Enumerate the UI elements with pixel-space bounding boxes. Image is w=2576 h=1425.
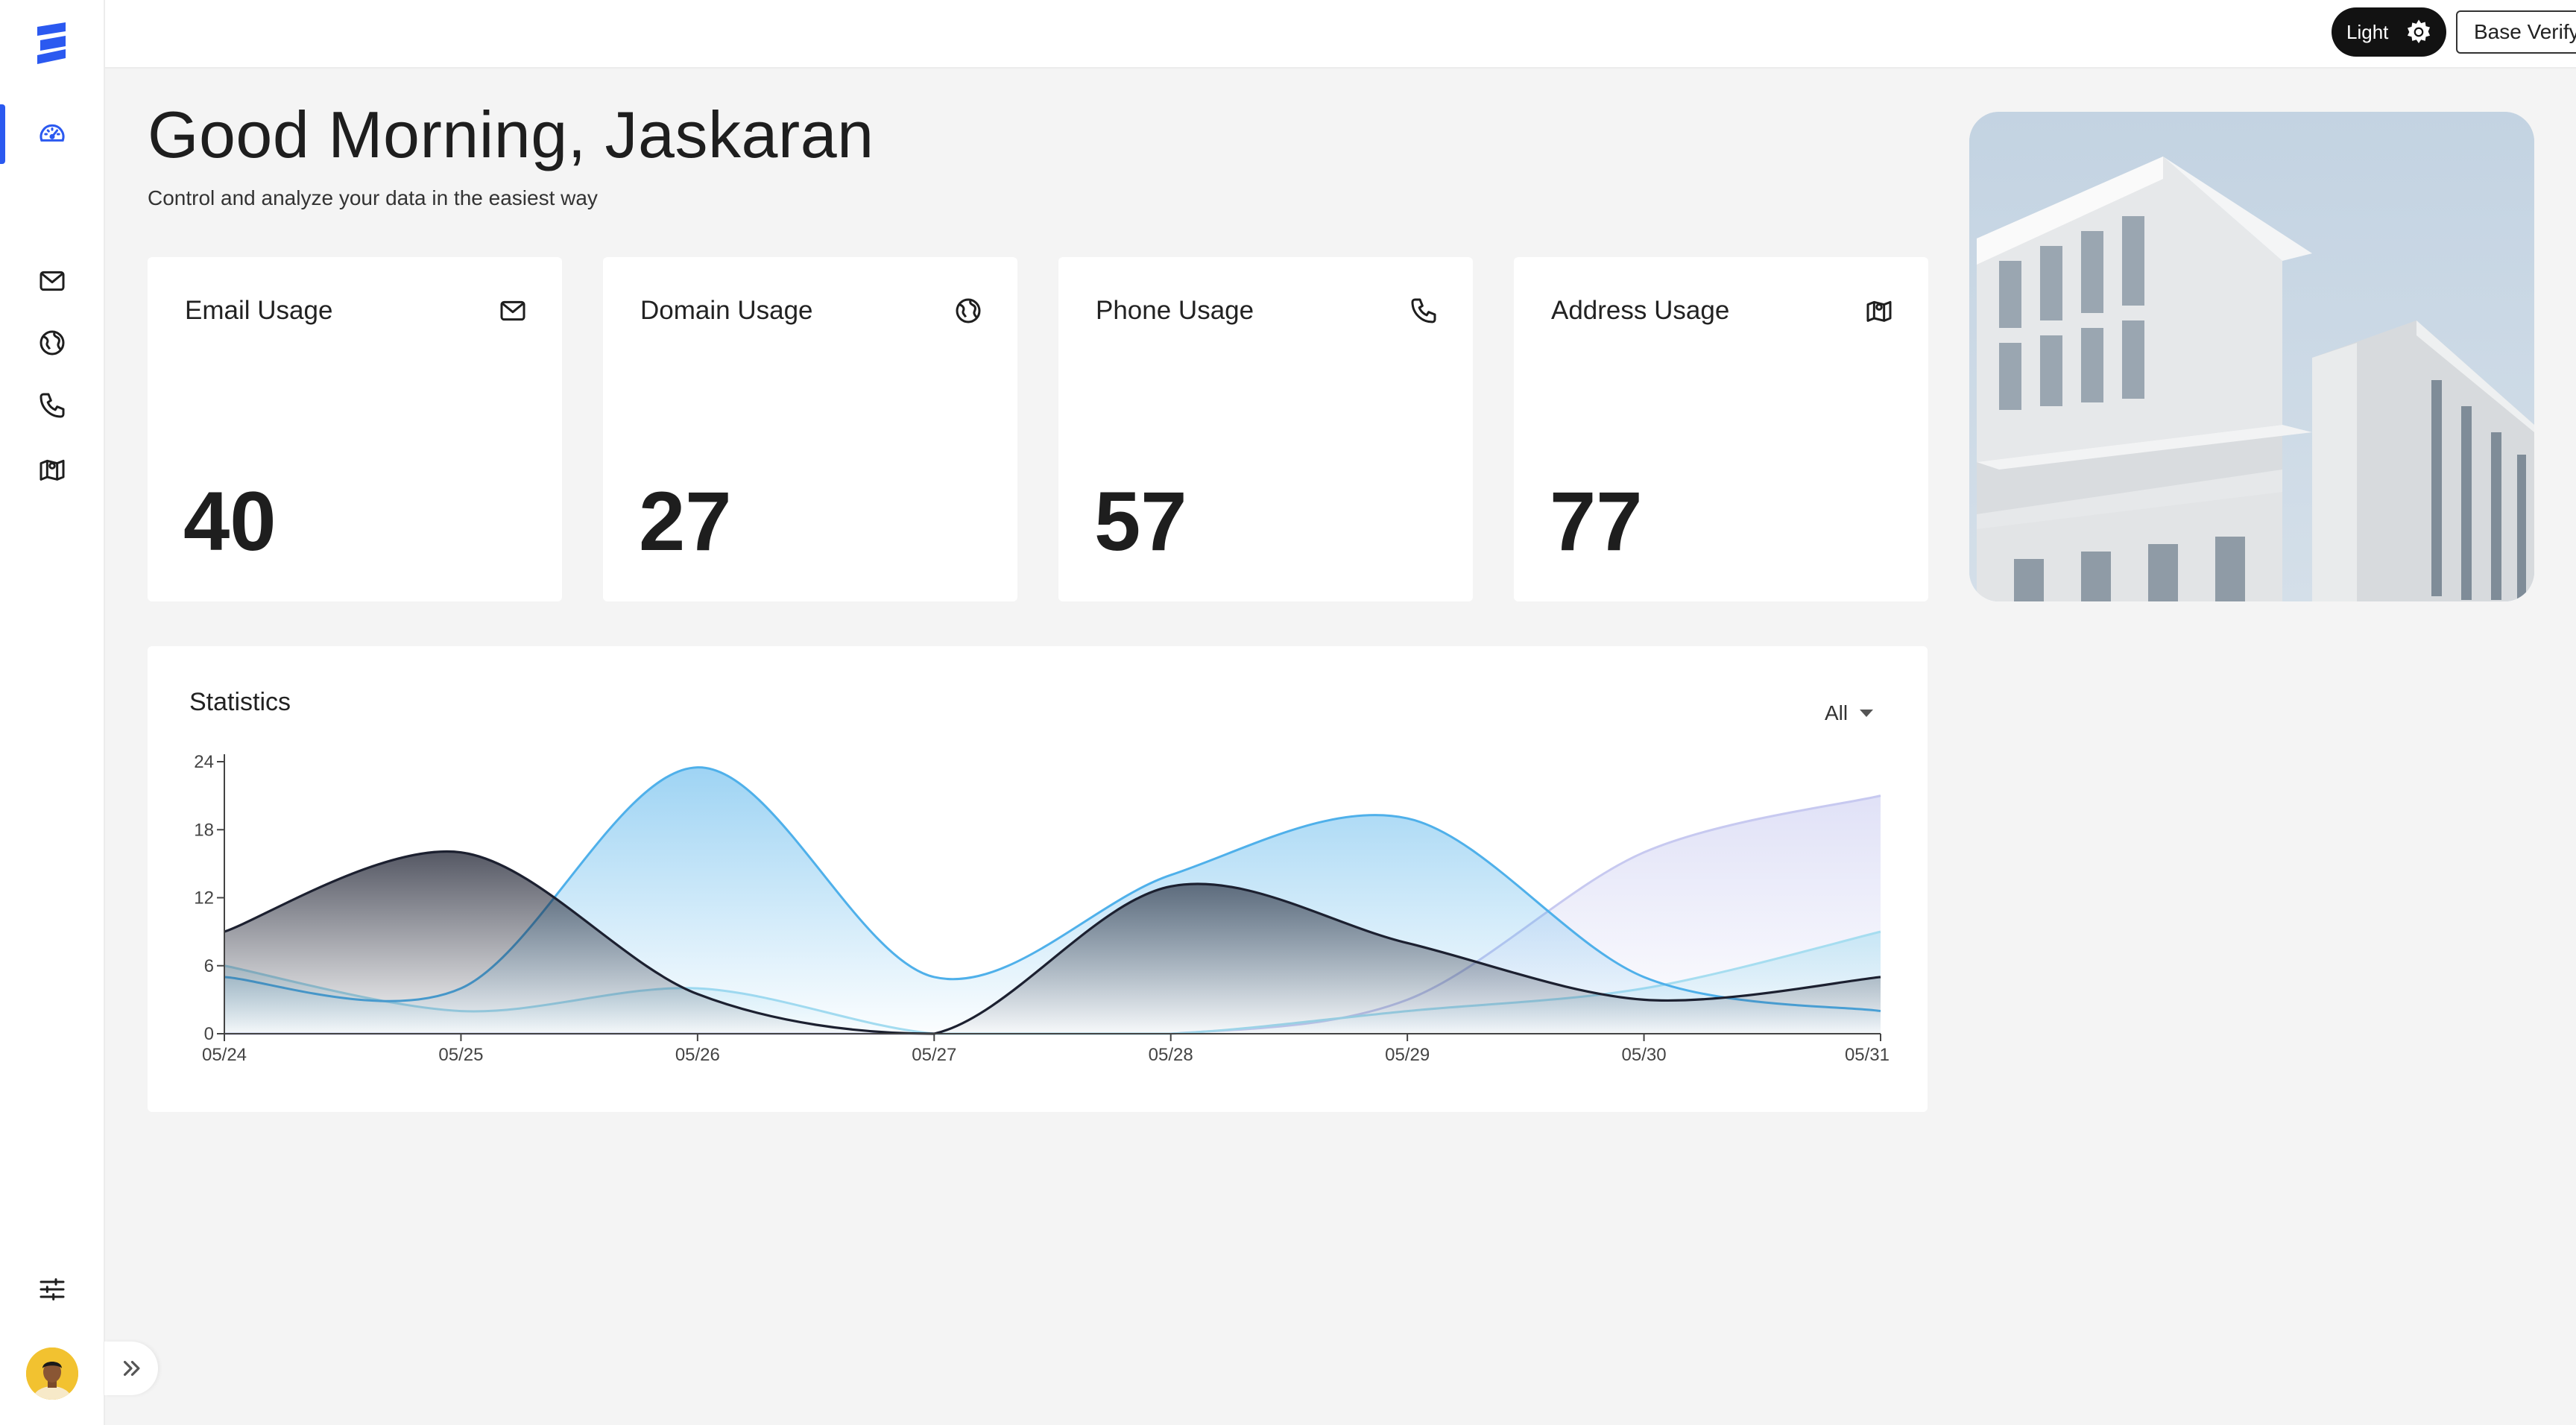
card-value: 27 — [639, 475, 732, 568]
x-tick-label: 05/27 — [912, 1045, 956, 1065]
sliders-icon — [40, 1278, 64, 1301]
card-title: Phone Usage — [1096, 296, 1254, 325]
address-usage-card[interactable]: Address Usage 77 — [1514, 257, 1928, 601]
card-value: 40 — [183, 475, 277, 568]
mail-icon — [500, 300, 525, 321]
speedometer-icon — [40, 124, 64, 142]
hero-building-image — [1969, 112, 2534, 601]
phone-icon — [40, 393, 64, 418]
card-value: 77 — [1550, 475, 1643, 568]
user-avatar-icon — [26, 1347, 78, 1400]
brand-logo[interactable] — [33, 21, 70, 66]
card-value: 57 — [1094, 475, 1187, 568]
y-tick-label: 6 — [204, 956, 214, 976]
x-tick-label: 05/29 — [1385, 1045, 1430, 1065]
statistics-chart: 0 6 12 18 24 05/24 05/25 05/26 05/27 05/28 05/29 05… — [194, 752, 1890, 1065]
sidebar-item-phone[interactable] — [0, 374, 104, 437]
card-title: Email Usage — [185, 296, 333, 325]
globe-icon — [956, 298, 981, 323]
theme-toggle[interactable]: Light — [2332, 7, 2446, 57]
map-icon — [1866, 300, 1892, 322]
organization-name: Base Verify Inc — [2474, 20, 2576, 43]
y-tick-label: 24 — [194, 752, 214, 772]
x-tick-label: 05/24 — [202, 1045, 247, 1065]
map-icon — [40, 459, 64, 481]
page-title: Good Morning, Jaskaran — [148, 98, 874, 171]
sidebar-item-email[interactable] — [0, 250, 104, 312]
building-illustration — [1969, 112, 2534, 601]
y-tick-label: 0 — [204, 1024, 214, 1044]
theme-label: Light — [2346, 20, 2389, 43]
mail-icon — [40, 271, 64, 291]
sidebar-item-domain[interactable] — [0, 312, 104, 374]
x-tick-label: 05/28 — [1149, 1045, 1193, 1065]
phone-usage-card[interactable]: Phone Usage 57 — [1058, 257, 1473, 601]
phone-icon — [1411, 298, 1436, 323]
sidebar-item-address[interactable] — [0, 438, 104, 501]
top-bar: Light Base Verify Inc — [105, 0, 2576, 69]
y-tick-label: 18 — [194, 820, 214, 840]
sidebar-item-dashboard[interactable] — [0, 103, 104, 165]
statistics-card: Statistics All 0 6 12 18 24 05/24 05/25 05/26 05… — [148, 646, 1928, 1112]
globe-icon — [40, 330, 64, 356]
x-tick-label: 05/30 — [1622, 1045, 1667, 1065]
card-title: Address Usage — [1551, 296, 1730, 325]
sidebar-expand-button[interactable] — [104, 1342, 158, 1395]
page-subtitle: Control and analyze your data in the eas… — [148, 186, 598, 209]
x-tick-label: 05/26 — [675, 1045, 720, 1065]
settings-sliders-button[interactable] — [0, 1258, 104, 1321]
x-tick-label: 05/25 — [438, 1045, 483, 1065]
sun-gear-icon — [2407, 19, 2431, 44]
y-tick-label: 12 — [194, 888, 214, 909]
email-usage-card[interactable]: Email Usage 40 — [148, 257, 562, 601]
sidebar — [0, 0, 105, 1425]
avatar[interactable] — [26, 1347, 78, 1400]
x-tick-label: 05/31 — [1845, 1045, 1890, 1065]
chevrons-right-icon — [123, 1360, 140, 1377]
domain-usage-card[interactable]: Domain Usage 27 — [603, 257, 1017, 601]
organization-select[interactable]: Base Verify Inc — [2456, 10, 2576, 54]
card-title: Domain Usage — [640, 296, 813, 325]
